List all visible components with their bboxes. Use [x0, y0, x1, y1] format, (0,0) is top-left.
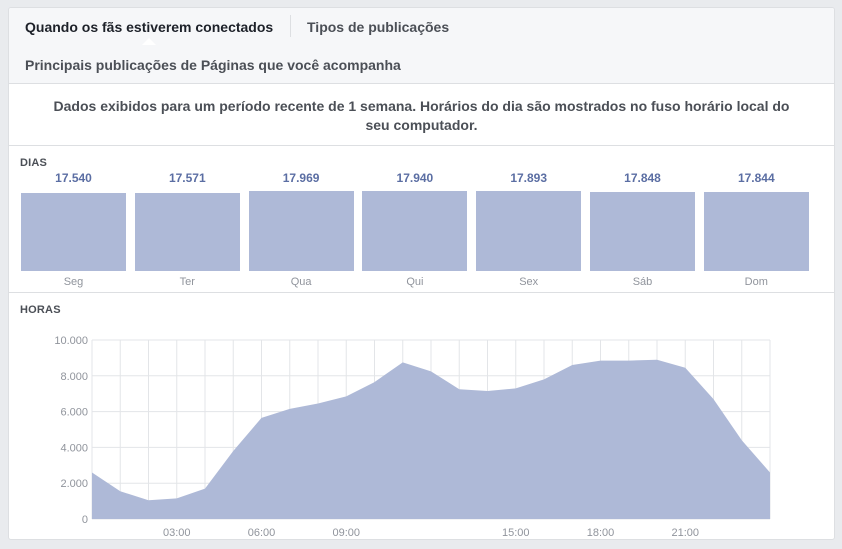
day-value: 17.940 — [396, 171, 434, 185]
y-tick-label: 2.000 — [60, 478, 88, 490]
day-value: 17.571 — [168, 171, 206, 185]
y-tick-label: 0 — [82, 514, 88, 526]
day-column[interactable]: 17.969 Qua — [248, 146, 354, 293]
day-bar — [476, 191, 582, 271]
day-value: 17.969 — [282, 171, 320, 185]
day-label: Ter — [179, 276, 195, 288]
tab-post-types[interactable]: Tipos de publicações — [307, 19, 449, 35]
x-tick-label: 06:00 — [248, 527, 276, 539]
day-bar — [21, 192, 126, 271]
y-tick-label: 4.000 — [60, 442, 88, 454]
hours-area-chart: 0 2.000 4.000 6.000 8.000 10.000 03:00 06:00 09:… — [54, 335, 771, 539]
day-column[interactable]: 17.844 Dom — [703, 146, 809, 293]
day-bar — [134, 192, 240, 271]
day-bar — [248, 191, 354, 271]
day-label: Qua — [290, 276, 312, 288]
y-tick-label: 8.000 — [60, 371, 88, 383]
day-label: Sex — [519, 276, 539, 288]
day-value: 17.540 — [55, 171, 92, 185]
day-column[interactable]: 17.848 Sáb — [590, 146, 695, 293]
x-tick-label: 18:00 — [587, 527, 615, 539]
period-notice: Dados exibidos para um período recente d… — [9, 84, 834, 146]
day-label: Seg — [63, 276, 84, 288]
x-tick-label: 21:00 — [671, 527, 699, 539]
day-label: Qui — [406, 276, 424, 288]
tab-top-posts[interactable]: Principais publicações de Páginas que vo… — [25, 57, 401, 73]
y-tick-label: 6.000 — [60, 407, 88, 419]
tab-when-fans-online[interactable]: Quando os fãs estiverem conectados — [25, 19, 273, 35]
y-tick-label: 10.000 — [54, 335, 88, 347]
day-column[interactable]: 17.940 Qui — [362, 146, 468, 293]
day-value: 17.893 — [510, 171, 548, 185]
x-tick-label: 15:00 — [502, 527, 530, 539]
day-column[interactable]: 17.540 Seg — [21, 146, 126, 293]
tab-separator — [290, 15, 291, 37]
hours-section: HORAS 0 2.000 4.000 6.000 8.000 10.000 03:00 06… — [9, 293, 834, 539]
day-bar — [362, 191, 468, 271]
day-column[interactable]: 17.571 Ter — [134, 146, 240, 293]
day-bar — [590, 191, 695, 271]
x-tick-label: 03:00 — [163, 527, 191, 539]
day-label: Sáb — [632, 276, 653, 288]
day-label: Dom — [744, 276, 768, 288]
audience-panel: Quando os fãs estiverem conectados Tipos… — [8, 7, 835, 540]
tab-bar: Quando os fãs estiverem conectados Tipos… — [9, 8, 834, 84]
days-section: DIAS 17.540 Seg 17.571 Ter 17.969 Qua 17.940 Qu… — [9, 146, 834, 293]
active-tab-pointer — [142, 38, 156, 45]
day-value: 17.848 — [624, 171, 661, 185]
day-bar — [703, 191, 809, 271]
day-column[interactable]: 17.893 Sex — [476, 146, 582, 293]
x-tick-label: 09:00 — [332, 527, 360, 539]
hours-area — [92, 359, 770, 519]
day-value: 17.844 — [737, 171, 775, 185]
